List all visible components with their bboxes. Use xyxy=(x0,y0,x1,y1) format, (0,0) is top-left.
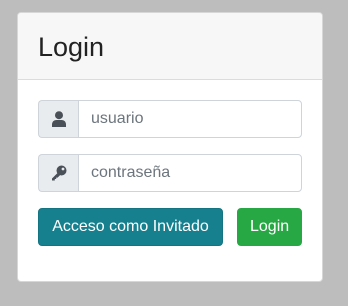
password-input[interactable] xyxy=(78,154,302,192)
button-row: Acceso como Invitado Login xyxy=(38,208,302,246)
key-icon xyxy=(38,154,78,192)
password-group xyxy=(38,154,302,192)
login-button[interactable]: Login xyxy=(237,208,302,246)
login-card: Login Acceso como Invitado xyxy=(17,12,323,282)
page-title: Login xyxy=(38,31,105,62)
guest-access-button[interactable]: Acceso como Invitado xyxy=(38,208,223,246)
username-group xyxy=(38,100,302,138)
user-icon xyxy=(38,100,78,138)
card-header: Login xyxy=(18,13,322,80)
username-input[interactable] xyxy=(78,100,302,138)
login-form: Acceso como Invitado Login xyxy=(18,80,322,246)
